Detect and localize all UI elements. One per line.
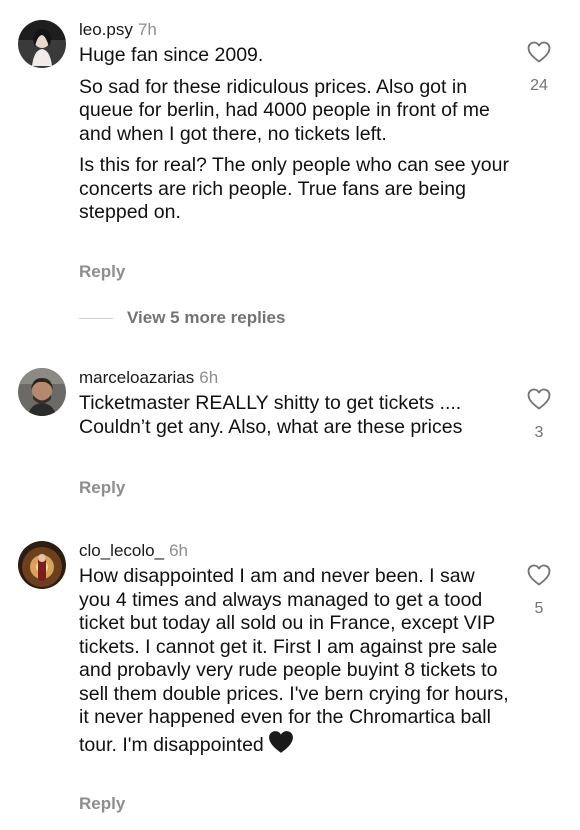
like-button[interactable]: 3 (520, 388, 558, 442)
avatar[interactable] (18, 368, 66, 416)
reply-button[interactable]: Reply (79, 478, 125, 498)
comment-paragraph: Ticketmaster REALLY shitty to get ticket… (79, 392, 463, 438)
username[interactable]: marceloazarias (79, 368, 194, 387)
avatar[interactable] (18, 20, 66, 68)
like-count: 5 (534, 600, 544, 617)
like-button[interactable]: 5 (520, 564, 558, 618)
divider (79, 317, 113, 319)
reply-button[interactable]: Reply (79, 794, 125, 814)
comment-paragraph: Is this for real? The only people who ca… (79, 154, 509, 223)
timestamp: 7h (137, 20, 157, 39)
heart-icon[interactable] (520, 388, 558, 410)
timestamp: 6h (199, 368, 219, 387)
like-button[interactable]: 24 (520, 41, 558, 95)
heart-icon[interactable] (520, 564, 558, 586)
comment-meta: clo_lecolo_ 6h (79, 541, 509, 561)
like-count: 3 (534, 424, 544, 441)
comment-paragraph-text: How disappointed I am and never been. I … (79, 565, 509, 756)
comment-meta: marceloazarias 6h (79, 368, 509, 388)
comment-meta: leo.psy 7h (79, 20, 509, 40)
view-replies-label: View 5 more replies (127, 308, 286, 327)
comment-text: How disappointed I am and never been. I … (79, 565, 509, 760)
comment-text: Ticketmaster REALLY shitty to get ticket… (79, 392, 509, 439)
like-count: 24 (530, 77, 548, 94)
username[interactable]: leo.psy (79, 20, 133, 39)
comment-text: Huge fan since 2009. So sad for these ri… (79, 44, 509, 225)
avatar[interactable] (18, 541, 66, 589)
heart-icon[interactable] (520, 41, 558, 63)
view-replies-button[interactable]: View 5 more replies (79, 307, 285, 329)
comment-paragraph: How disappointed I am and never been. I … (79, 565, 509, 760)
comment-paragraph: So sad for these ridiculous prices. Also… (79, 75, 490, 145)
timestamp: 6h (169, 541, 188, 560)
username[interactable]: clo_lecolo_ (79, 541, 164, 560)
reply-button[interactable]: Reply (79, 262, 125, 282)
black-heart-icon (268, 730, 294, 761)
comment-paragraph: Huge fan since 2009. (79, 44, 264, 66)
